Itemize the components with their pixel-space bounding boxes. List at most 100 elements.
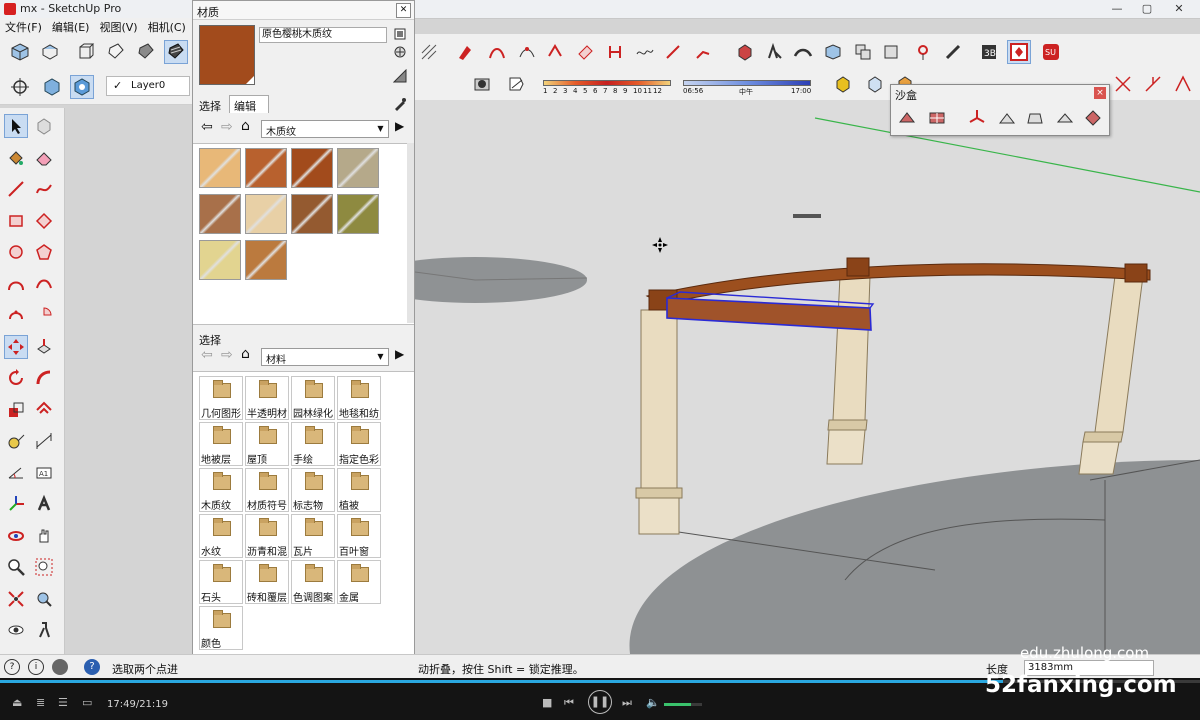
material-swatch[interactable] [199, 194, 241, 234]
fog-icon[interactable] [512, 80, 534, 94]
line-icon[interactable] [4, 177, 28, 201]
3b-icon[interactable]: 3B [977, 40, 1001, 64]
target-icon[interactable] [911, 40, 935, 64]
material-folder[interactable]: 植被 [337, 468, 381, 512]
material-swatch[interactable] [199, 240, 241, 280]
material-folder[interactable]: 水纹 [199, 514, 243, 558]
geo-location-icon[interactable]: ? [4, 659, 20, 675]
section-plane-icon[interactable] [40, 75, 64, 99]
material-swatch[interactable] [291, 148, 333, 188]
material-folder[interactable]: 百叶窗 [337, 514, 381, 558]
offset-icon[interactable] [32, 398, 56, 422]
pencil-icon[interactable] [941, 40, 965, 64]
polygon-icon[interactable] [32, 240, 56, 264]
dimension-icon[interactable] [32, 429, 56, 453]
user-icon[interactable] [52, 659, 68, 675]
chapters-icon[interactable]: ☰ [58, 696, 68, 709]
pan-icon[interactable] [32, 524, 56, 548]
swatch-scrollbar[interactable] [407, 143, 414, 323]
look-around-icon[interactable] [4, 618, 28, 642]
volume-icon[interactable]: 🔈 [646, 696, 660, 709]
text-icon[interactable]: A1 [32, 461, 56, 485]
next-icon[interactable]: ⏭ [622, 696, 632, 710]
rotated-rect-icon[interactable] [32, 209, 56, 233]
zoom-icon[interactable] [4, 555, 28, 579]
previous-view-icon[interactable] [32, 587, 56, 611]
wave-icon[interactable] [633, 40, 657, 64]
stop-icon[interactable]: ■ [542, 696, 552, 709]
make-component-icon[interactable] [32, 114, 56, 138]
model-viewport[interactable] [415, 100, 1200, 654]
material-folder[interactable]: 材质符号 [245, 468, 289, 512]
textured-icon[interactable] [164, 40, 188, 64]
details-arrow-icon[interactable]: ▶ [395, 347, 404, 361]
previous-icon[interactable]: ⏮ [564, 696, 574, 710]
material-folder[interactable]: 屋顶 [245, 422, 289, 466]
orbit-icon[interactable] [4, 524, 28, 548]
material-swatch[interactable] [245, 194, 287, 234]
material-swatch[interactable] [291, 194, 333, 234]
hatch-icon[interactable] [417, 40, 441, 64]
forward-arrow-icon[interactable]: ⇨ [221, 347, 233, 363]
cube-icon[interactable] [733, 40, 757, 64]
material-folder[interactable]: 金属 [337, 560, 381, 604]
move-icon[interactable] [4, 334, 28, 359]
zoom-window-icon[interactable] [32, 555, 56, 579]
material-swatch[interactable] [245, 148, 287, 188]
default-material-icon[interactable] [392, 68, 407, 86]
back-arrow-icon[interactable]: ⇦ [201, 119, 213, 135]
material-folder[interactable]: 几何图形 [199, 376, 243, 420]
details-arrow-icon[interactable]: ▶ [395, 119, 404, 133]
help-icon[interactable]: ? [84, 659, 100, 675]
create-material-icon[interactable] [393, 45, 407, 62]
eject-icon[interactable]: ⏏ [12, 696, 22, 709]
pen-edit-icon[interactable] [543, 40, 567, 64]
material-folder[interactable]: 地毯和纺 [337, 376, 381, 420]
add-detail-icon[interactable] [1053, 106, 1077, 130]
back-view-icon[interactable] [104, 40, 128, 64]
shadow-toggle-icon[interactable] [472, 74, 492, 97]
su-logo-icon[interactable]: SU [1039, 40, 1063, 64]
pause-icon[interactable]: ❚❚ [588, 690, 612, 714]
axis-z-icon[interactable] [1171, 72, 1195, 96]
material-folder[interactable]: 地被层 [199, 422, 243, 466]
plugin-icon[interactable] [879, 40, 903, 64]
material-folder[interactable]: 色调图案 [291, 560, 335, 604]
material-folder[interactable]: 沥青和混 [245, 514, 289, 558]
material-swatch[interactable] [199, 148, 241, 188]
top-library-dropdown[interactable]: 木质纹 ▼ [261, 120, 389, 138]
circle-icon[interactable] [4, 240, 28, 264]
face-icon[interactable] [573, 40, 597, 64]
back-arrow-icon[interactable]: ⇦ [201, 347, 213, 363]
shaded-icon[interactable] [134, 40, 158, 64]
follow-me-icon[interactable] [32, 366, 56, 390]
tape-measure-icon[interactable] [4, 429, 28, 453]
paint-bucket-icon[interactable] [4, 146, 28, 170]
freehand-icon[interactable] [32, 177, 56, 201]
arc-edit-icon[interactable] [515, 40, 539, 64]
select-pen-icon[interactable] [453, 40, 477, 64]
tab-edit[interactable]: 编辑 [229, 95, 269, 113]
minimize-button[interactable]: — [1104, 1, 1130, 17]
material-folder[interactable]: 石头 [199, 560, 243, 604]
bottom-library-dropdown[interactable]: 材料 ▼ [261, 348, 389, 366]
pie-icon[interactable] [32, 303, 56, 327]
material-folder[interactable]: 园林绿化 [291, 376, 335, 420]
smoove-icon[interactable] [965, 106, 989, 130]
credits-icon[interactable]: i [28, 659, 44, 675]
sandbox-scratch-icon[interactable] [925, 106, 949, 130]
material-folder[interactable]: 瓦片 [291, 514, 335, 558]
iso-view-icon[interactable] [8, 40, 32, 64]
material-swatch[interactable] [337, 194, 379, 234]
wire-cube-icon[interactable] [863, 72, 887, 96]
time-slider[interactable]: 06:56 中午 17:00 [683, 78, 813, 96]
close-button[interactable]: ✕ [1166, 1, 1192, 17]
section-display-icon[interactable] [70, 75, 94, 99]
drape-icon[interactable] [1023, 106, 1047, 130]
select-arrow-icon[interactable] [4, 114, 28, 138]
shell-icon[interactable] [821, 40, 845, 64]
home-icon[interactable]: ⌂ [241, 346, 250, 362]
eraser-icon[interactable] [32, 146, 56, 170]
extrude-icon[interactable] [763, 40, 787, 64]
volume-slider[interactable] [664, 703, 702, 706]
